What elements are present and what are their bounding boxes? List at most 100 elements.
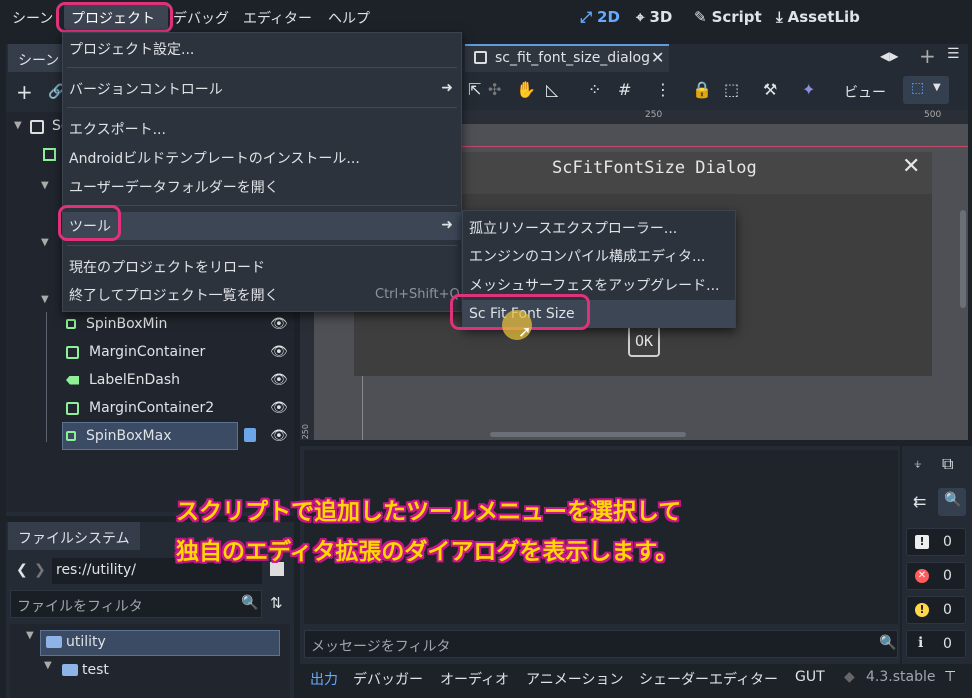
h-scrollbar[interactable] <box>490 432 686 437</box>
info-icon: ! <box>915 535 929 549</box>
message-count-badge[interactable]: ℹ 0 <box>906 630 966 658</box>
camera-override-icon[interactable]: ✦ <box>802 80 815 99</box>
view-menu[interactable]: ビュー <box>844 82 886 102</box>
tab-scene-icon <box>474 51 487 64</box>
scene-dock-tab[interactable]: シーン <box>8 44 68 72</box>
more-options-icon[interactable]: ⋮ <box>655 80 671 99</box>
visibility-eye-icon[interactable]: 👁 <box>270 372 288 388</box>
visibility-eye-icon[interactable]: 👁 <box>270 316 288 332</box>
menu-item-reload-project[interactable]: 現在のプロジェクトをリロード <box>63 253 461 281</box>
path-value: res://utility/ <box>56 562 137 578</box>
forward-icon[interactable]: ❯ <box>34 562 46 578</box>
add-node-icon[interactable]: + <box>16 80 33 104</box>
script-attached-icon[interactable] <box>244 428 256 442</box>
error-count-badge[interactable]: ! 0 <box>906 528 966 556</box>
pan-tool-icon[interactable]: ✋ <box>516 80 536 99</box>
godot-icon: ◆ <box>844 669 855 685</box>
main-script-button[interactable]: ✎ Script <box>694 8 762 26</box>
menu-item-compile-config[interactable]: エンジンのコンパイル構成エディタ... <box>463 242 735 270</box>
search-toggle[interactable]: 🔍 <box>938 488 966 516</box>
panel-expand-icon[interactable]: ⊤ <box>944 669 956 685</box>
bottom-tab-shader[interactable]: シェーダーエディター <box>639 669 778 689</box>
ruler-label: 250 <box>301 424 310 440</box>
move-tool-icon[interactable]: ✣ <box>488 80 501 99</box>
select-mode-dropdown[interactable]: ⬚ ▼ <box>903 76 949 104</box>
ruler-tool-icon[interactable]: ◺ <box>546 80 558 99</box>
bottom-tab-gut[interactable]: GUT <box>795 669 825 685</box>
menu-item-android-template[interactable]: Androidビルドテンプレートのインストール... <box>63 144 461 172</box>
collapse-icon[interactable]: ▼ <box>41 180 49 191</box>
menu-item-export[interactable]: エクスポート... <box>63 115 461 143</box>
visibility-eye-icon[interactable]: 👁 <box>270 428 288 444</box>
main-2d-button[interactable]: ⤢ 2D <box>580 8 620 26</box>
file-tree: ▼ utility ▼ test <box>10 624 290 698</box>
tree-row-labelendash[interactable]: LabelEnDash 👁 <box>66 366 288 394</box>
menu-editor[interactable]: エディター <box>243 8 312 28</box>
bottom-tab-output[interactable]: 出力 <box>310 669 338 689</box>
tree-row-spinboxmax[interactable]: SpinBoxMax 👁 <box>66 422 288 450</box>
menu-separator <box>67 245 457 246</box>
bottom-tab-animation[interactable]: アニメーション <box>526 669 623 689</box>
collapse-icon[interactable]: ▼ <box>41 294 49 305</box>
menu-debug[interactable]: デバッグ <box>173 8 229 28</box>
warning-icon: ! <box>915 603 929 617</box>
message-filter-input[interactable]: メッセージをフィルタ 🔍 <box>304 630 898 658</box>
folder-label[interactable]: test <box>82 662 109 678</box>
warning-count-badge[interactable]: ! 0 <box>906 596 966 624</box>
collapse-messages-icon[interactable]: ⇇ <box>913 492 926 511</box>
tree-row-margincontainer2[interactable]: MarginContainer2 👁 <box>66 394 288 422</box>
visibility-eye-icon[interactable]: 👁 <box>270 344 288 360</box>
bone-icon[interactable]: ⚒ <box>763 80 777 99</box>
tree-row-margincontainer[interactable]: MarginContainer 👁 <box>66 338 288 366</box>
menu-item-quit-to-project-list[interactable]: 終了してプロジェクト一覧を開く Ctrl+Shift+Q <box>63 281 461 309</box>
scene-list-icon[interactable]: ☰ <box>947 46 960 62</box>
smart-snap-icon[interactable]: ⁘ <box>588 80 601 99</box>
visibility-eye-icon[interactable]: 👁 <box>270 400 288 416</box>
grid-snap-icon[interactable]: # <box>618 80 631 99</box>
menu-separator <box>67 205 457 206</box>
bottom-tab-debugger[interactable]: デバッガー <box>353 669 423 689</box>
scroll-tabs-icon[interactable]: ◀▶ <box>880 49 898 63</box>
error-count-badge-2[interactable]: ✕ 0 <box>906 562 966 590</box>
dialog-close-icon[interactable]: ✕ <box>902 154 920 179</box>
new-tab-icon[interactable]: + <box>919 44 936 68</box>
menu-item-user-data-folder[interactable]: ユーザーデータフォルダーを開く <box>63 173 461 201</box>
menu-separator <box>67 67 457 68</box>
filesystem-tab[interactable]: ファイルシステム <box>8 522 140 550</box>
copy-output-icon[interactable]: ⧉ <box>942 454 953 474</box>
tab-close-icon[interactable]: ✕ <box>651 48 664 67</box>
collapse-icon[interactable]: ▼ <box>14 120 22 131</box>
tab-title: sc_fit_font_size_dialog <box>495 50 650 66</box>
menu-item-tools[interactable]: ツール ➜ <box>63 212 461 240</box>
clear-output-icon[interactable]: ⍖ <box>913 454 923 474</box>
file-filter-input[interactable]: ファイルをフィルタ 🔍 <box>10 590 262 618</box>
tree-row-spinboxmin[interactable]: SpinBoxMin 👁 <box>66 310 288 338</box>
dialog-ok-button[interactable]: OK <box>628 325 660 357</box>
back-icon[interactable]: ❮ <box>16 562 28 578</box>
sort-icon[interactable]: ⇅ <box>270 594 283 612</box>
collapse-icon[interactable]: ▼ <box>41 237 49 248</box>
v-scrollbar[interactable] <box>960 210 966 308</box>
node-label: SpinBoxMin <box>86 316 168 332</box>
menu-item-version-control[interactable]: バージョンコントロール ➜ <box>63 75 461 103</box>
menu-help[interactable]: ヘルプ <box>328 8 370 28</box>
collapse-icon[interactable]: ▼ <box>26 630 34 641</box>
root-node-icon <box>30 120 44 134</box>
main-3d-button[interactable]: ⌖ 3D <box>636 8 672 26</box>
select-tool-icon[interactable]: ⇱ <box>468 80 481 99</box>
main-assetlib-button[interactable]: ⤓ AssetLib <box>776 8 860 26</box>
folder-label[interactable]: utility <box>66 634 106 650</box>
shortcut-label: Ctrl+Shift+Q <box>375 287 460 302</box>
count: 0 <box>943 568 952 584</box>
scene-tab[interactable]: sc_fit_font_size_dialog ✕ <box>465 44 669 72</box>
menu-item-orphan-explorer[interactable]: 孤立リソースエクスプローラー... <box>463 214 735 242</box>
node-label: LabelEnDash <box>89 372 181 388</box>
lock-icon[interactable]: 🔒 <box>692 80 712 99</box>
version-label: 4.3.stable <box>866 669 936 685</box>
menu-item-project-settings[interactable]: プロジェクト設定... <box>63 35 461 63</box>
group-icon[interactable]: ⬚ <box>724 80 739 99</box>
menu-scene[interactable]: シーン <box>12 8 53 28</box>
expand-icon[interactable]: ▼ <box>44 660 52 671</box>
bottom-tab-audio[interactable]: オーディオ <box>440 669 509 689</box>
node-label: MarginContainer2 <box>89 400 215 416</box>
